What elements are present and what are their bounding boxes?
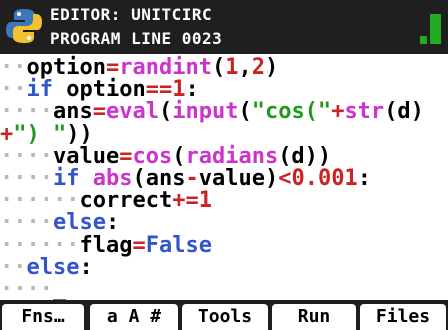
menu-run-button[interactable]: Run: [272, 304, 356, 330]
battery-icon: [418, 12, 442, 46]
menu-tools-button[interactable]: Tools: [182, 304, 268, 330]
code-editor[interactable]: ··option=randint(1,2) ··if option==1: ····…: [0, 54, 448, 303]
code-token: _: [52, 277, 67, 302]
title-bar: EDITOR: UNITCIRC PROGRAM LINE 0023: [0, 0, 448, 54]
calculator-screen: EDITOR: UNITCIRC PROGRAM LINE 0023 ··opt…: [0, 0, 448, 330]
menu-files-button[interactable]: Files: [360, 304, 446, 330]
softkey-menu: Fns… a A # Tools Run Files: [0, 300, 448, 330]
program-line-indicator: PROGRAM LINE 0023: [50, 29, 223, 48]
menu-fns-button[interactable]: Fns…: [2, 304, 84, 330]
menu-char-button[interactable]: a A #: [90, 304, 178, 330]
python-logo-icon: [6, 9, 42, 43]
editor-title: EDITOR: UNITCIRC: [50, 5, 213, 24]
indent-guide: ····: [0, 277, 53, 302]
code-line[interactable]: ····_: [0, 276, 448, 303]
